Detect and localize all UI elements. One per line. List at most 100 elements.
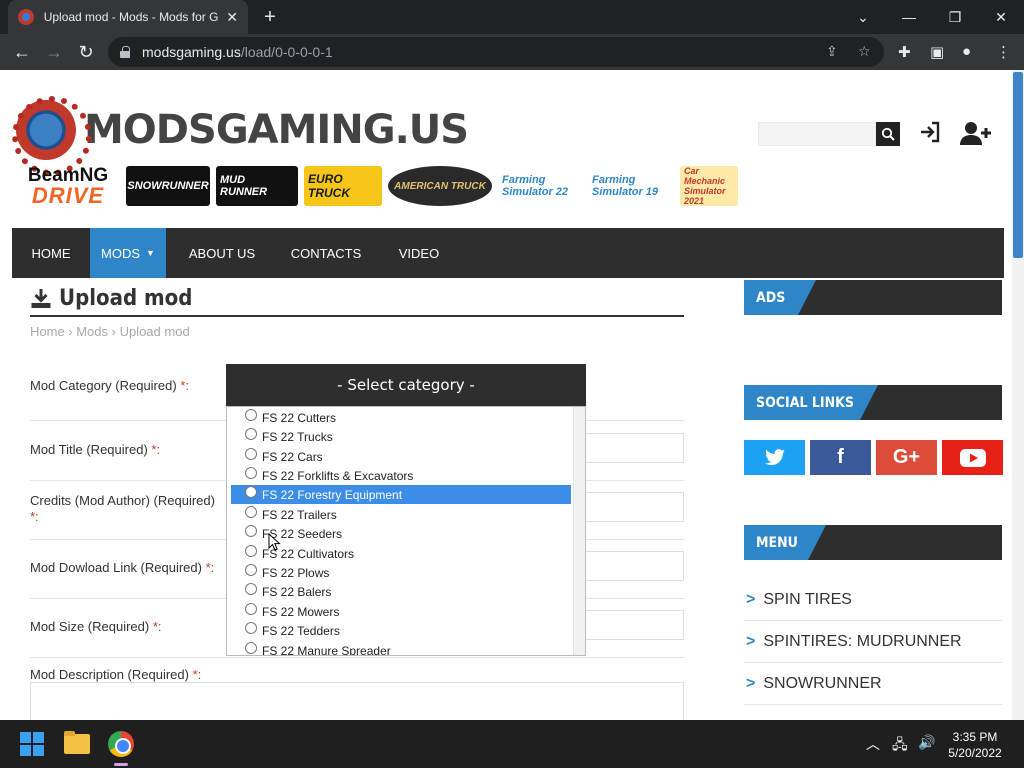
- site-search-input[interactable]: [758, 122, 876, 146]
- profile-icon[interactable]: ●: [962, 43, 971, 60]
- menu-item-spintires-mudrunner[interactable]: > SPINTIRES: MUDRUNNER: [744, 621, 1002, 663]
- category-select[interactable]: - Select category -: [226, 364, 586, 406]
- brand-euro-truck[interactable]: EURO TRUCK: [304, 166, 382, 206]
- close-window-button[interactable]: ✕: [978, 0, 1024, 34]
- credits-input[interactable]: [584, 492, 684, 522]
- menu-kebab-icon[interactable]: ⋮: [996, 43, 1011, 61]
- category-option[interactable]: FS 22 Forklifts & Excavators: [231, 466, 571, 485]
- volume-icon[interactable]: 🔊: [918, 734, 935, 751]
- page-scrollbar[interactable]: [1012, 70, 1024, 720]
- twitter-icon[interactable]: [744, 440, 805, 475]
- tab-title: Upload mod - Mods - Mods for G: [43, 10, 219, 24]
- youtube-icon[interactable]: [942, 440, 1003, 475]
- nav-mods[interactable]: MODS ▼: [90, 228, 166, 278]
- download-icon: [31, 289, 51, 308]
- brand-mudrunner[interactable]: MUD RUNNER: [216, 166, 298, 206]
- minimize-button[interactable]: —: [886, 0, 932, 34]
- brand-farming-simulator-19[interactable]: Farming Simulator 19: [588, 166, 674, 206]
- browser-tab-bar: Upload mod - Mods - Mods for G ✕ + ⌄ — ❐…: [0, 0, 1024, 34]
- radio-button[interactable]: [245, 506, 257, 518]
- site-logo[interactable]: MODSGAMING.US: [12, 96, 469, 176]
- category-option[interactable]: FS 22 Manure Spreader: [231, 641, 571, 655]
- address-bar[interactable]: modsgaming.us/load/0-0-0-0-1 ⇪ ☆: [108, 37, 884, 67]
- new-tab-button[interactable]: +: [258, 6, 282, 28]
- windows-start-icon[interactable]: [20, 732, 44, 756]
- share-icon[interactable]: ⇪: [826, 43, 838, 60]
- category-option[interactable]: FS 22 Trailers: [231, 505, 571, 524]
- login-icon[interactable]: [918, 120, 942, 151]
- brand-snowrunner[interactable]: SNOWRUNNER: [126, 166, 210, 206]
- category-option[interactable]: FS 22 Cars: [231, 447, 571, 466]
- lock-icon[interactable]: [120, 46, 130, 58]
- radio-button[interactable]: [245, 603, 257, 615]
- category-option[interactable]: FS 22 Mowers: [231, 602, 571, 621]
- description-textarea[interactable]: [30, 682, 684, 720]
- radio-button[interactable]: [245, 409, 257, 421]
- tab-search-chevron-icon[interactable]: ⌄: [840, 0, 886, 34]
- chevron-down-icon: ▼: [146, 248, 155, 258]
- nav-home[interactable]: HOME: [12, 228, 90, 278]
- radio-button[interactable]: [245, 564, 257, 576]
- facebook-icon[interactable]: f: [810, 440, 871, 475]
- mod-size-input[interactable]: [584, 610, 684, 640]
- radio-button[interactable]: [245, 486, 257, 498]
- menu-item-spin-tires[interactable]: > SPIN TIRES: [744, 579, 1002, 621]
- back-button[interactable]: ←: [8, 38, 36, 66]
- radio-button[interactable]: [245, 583, 257, 595]
- reload-button[interactable]: ↻: [72, 38, 100, 66]
- tray-overflow-chevron-icon[interactable]: ︿: [866, 734, 880, 754]
- category-option[interactable]: FS 22 Trucks: [231, 427, 571, 446]
- chrome-taskbar-icon[interactable]: [108, 731, 134, 757]
- active-app-indicator: [114, 763, 128, 766]
- extensions-icon[interactable]: ✚: [898, 43, 911, 61]
- register-user-icon[interactable]: [960, 120, 992, 153]
- taskbar-clock[interactable]: 3:35 PM 5/20/2022: [940, 729, 1010, 761]
- nav-about-us[interactable]: ABOUT US: [178, 228, 266, 278]
- category-dropdown-list[interactable]: FS 22 Cutters FS 22 Trucks FS 22 Cars FS…: [226, 406, 586, 656]
- mod-title-input[interactable]: [584, 433, 684, 463]
- breadcrumb[interactable]: Home › Mods › Upload mod: [30, 324, 190, 339]
- file-explorer-icon[interactable]: [64, 731, 90, 754]
- search-icon[interactable]: [876, 122, 900, 146]
- category-option[interactable]: FS 22 Seeders: [231, 524, 571, 543]
- category-option[interactable]: FS 22 Cutters: [231, 408, 571, 427]
- category-option[interactable]: FS 22 Cultivators: [231, 544, 571, 563]
- brand-car-mechanic-2021[interactable]: Car Mechanic Simulator 2021: [680, 166, 738, 206]
- menu-item-snowrunner[interactable]: > SNOWRUNNER: [744, 663, 1002, 705]
- radio-button[interactable]: [245, 525, 257, 537]
- network-icon[interactable]: 🖧: [892, 734, 908, 758]
- page-title-text: Upload mod: [59, 285, 193, 311]
- page-scroll-thumb[interactable]: [1013, 72, 1023, 258]
- web-page: MODSGAMING.US BeamNG DRIVE SNOWRUNNER MU…: [0, 70, 1024, 720]
- category-option[interactable]: FS 22 Plows: [231, 563, 571, 582]
- radio-button[interactable]: [245, 622, 257, 634]
- bookmark-star-icon[interactable]: ☆: [858, 43, 871, 60]
- brand-beamng-drive[interactable]: BeamNG DRIVE: [16, 166, 120, 207]
- radio-button[interactable]: [245, 467, 257, 479]
- nav-video[interactable]: VIDEO: [388, 228, 450, 278]
- chevron-right-icon: >: [746, 674, 756, 692]
- radio-button[interactable]: [245, 642, 257, 654]
- browser-tab[interactable]: Upload mod - Mods - Mods for G ✕: [8, 0, 248, 34]
- mouse-pointer-icon: [268, 532, 281, 551]
- tab-close-icon[interactable]: ✕: [226, 9, 238, 26]
- restore-button[interactable]: ❐: [932, 0, 978, 34]
- nav-contacts[interactable]: CONTACTS: [282, 228, 370, 278]
- category-option[interactable]: FS 22 Tedders: [231, 621, 571, 640]
- brand-american-truck[interactable]: AMERICAN TRUCK: [388, 166, 492, 206]
- browser-toolbar: ← → ↻ modsgaming.us/load/0-0-0-0-1 ⇪ ☆ ✚…: [0, 34, 1024, 70]
- radio-button[interactable]: [245, 545, 257, 557]
- row-divider: [30, 657, 684, 658]
- radio-button[interactable]: [245, 428, 257, 440]
- forward-button[interactable]: →: [40, 38, 68, 66]
- ads-title: ADS: [744, 280, 816, 315]
- side-panel-icon[interactable]: ▣: [930, 43, 944, 61]
- brand-farming-simulator-22[interactable]: Farming Simulator 22: [498, 166, 582, 206]
- download-link-input[interactable]: [584, 551, 684, 581]
- radio-button[interactable]: [245, 448, 257, 460]
- dropdown-scrollbar[interactable]: [573, 407, 585, 655]
- google-plus-icon[interactable]: G+: [876, 440, 937, 475]
- category-option[interactable]: FS 22 Balers: [231, 582, 571, 601]
- category-option-highlighted[interactable]: FS 22 Forestry Equipment: [231, 485, 571, 504]
- mod-size-label: Mod Size (Required) *:: [30, 619, 162, 634]
